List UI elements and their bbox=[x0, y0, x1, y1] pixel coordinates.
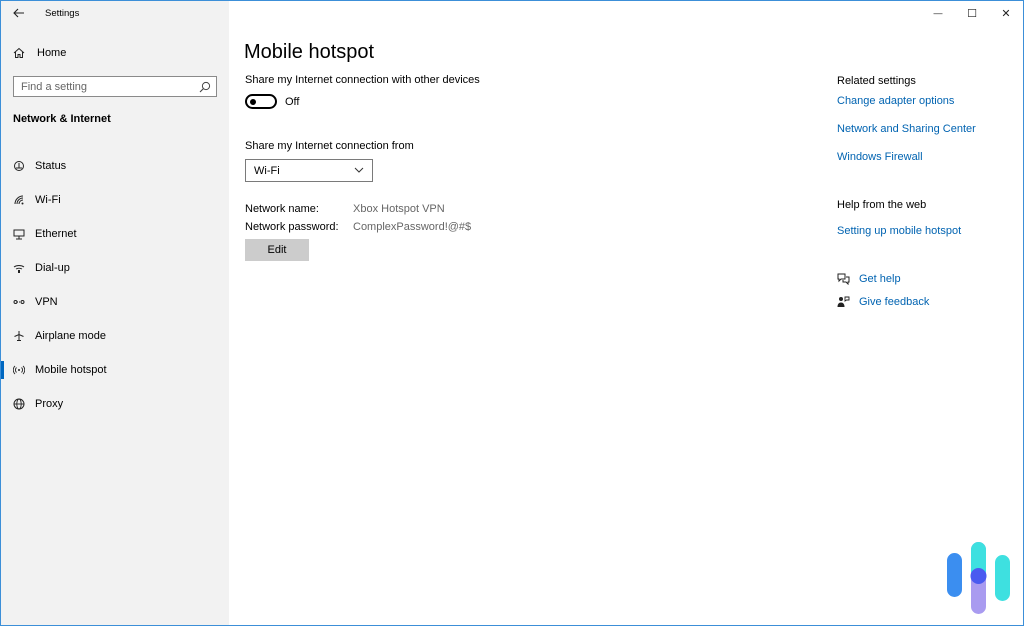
airplane-icon bbox=[13, 330, 25, 342]
sidebar-item-ethernet[interactable]: Ethernet bbox=[1, 217, 229, 251]
settings-window: Settings Home Network & Internet Status bbox=[0, 0, 1024, 626]
search-box[interactable] bbox=[13, 76, 217, 97]
sidebar-item-label: Mobile hotspot bbox=[35, 364, 107, 376]
sidebar-item-proxy[interactable]: Proxy bbox=[1, 387, 229, 421]
sidebar-item-label: Ethernet bbox=[35, 228, 77, 240]
sidebar-item-label: Dial-up bbox=[35, 262, 70, 274]
close-icon: ✕ bbox=[1001, 7, 1011, 20]
maximize-icon: ☐ bbox=[967, 7, 977, 20]
network-sharing-center-link[interactable]: Network and Sharing Center bbox=[837, 123, 976, 135]
brand-logo bbox=[945, 539, 1015, 617]
help-from-web-title: Help from the web bbox=[837, 199, 927, 211]
get-help-row[interactable]: Get help bbox=[837, 272, 901, 286]
wifi-icon bbox=[13, 194, 25, 206]
network-password-value: ComplexPassword!@#$ bbox=[353, 221, 472, 233]
chevron-down-icon bbox=[354, 167, 364, 173]
setting-up-hotspot-link[interactable]: Setting up mobile hotspot bbox=[837, 225, 961, 237]
share-connection-label: Share my Internet connection with other … bbox=[245, 74, 480, 86]
share-from-label: Share my Internet connection from bbox=[245, 140, 414, 152]
give-feedback-row[interactable]: Give feedback bbox=[837, 295, 929, 309]
sidebar-nav: Status Wi-Fi Ethernet Dial-up VPN Airpla… bbox=[1, 149, 229, 421]
close-button[interactable]: ✕ bbox=[989, 1, 1023, 25]
sidebar-item-label: Airplane mode bbox=[35, 330, 106, 342]
globe-icon bbox=[13, 398, 25, 410]
maximize-button[interactable]: ☐ bbox=[955, 1, 989, 25]
give-feedback-link[interactable]: Give feedback bbox=[859, 296, 929, 308]
sidebar-item-dialup[interactable]: Dial-up bbox=[1, 251, 229, 285]
main-content: Mobile hotspot Share my Internet connect… bbox=[244, 1, 805, 625]
logo-bars-icon bbox=[947, 542, 1010, 614]
sidebar-item-wifi[interactable]: Wi-Fi bbox=[1, 183, 229, 217]
network-name-value: Xbox Hotspot VPN bbox=[353, 203, 445, 215]
hotspot-icon bbox=[13, 364, 25, 376]
sidebar-item-label: Status bbox=[35, 160, 67, 172]
windows-firewall-link[interactable]: Windows Firewall bbox=[837, 151, 923, 163]
search-icon[interactable] bbox=[198, 80, 212, 94]
dropdown-value: Wi-Fi bbox=[254, 164, 280, 177]
chat-bubble-icon bbox=[837, 273, 850, 285]
sidebar-item-airplane-mode[interactable]: Airplane mode bbox=[1, 319, 229, 353]
section-title: Network & Internet bbox=[13, 113, 111, 125]
sidebar-item-vpn[interactable]: VPN bbox=[1, 285, 229, 319]
title-bar: Settings bbox=[1, 1, 229, 27]
home-icon bbox=[13, 47, 25, 58]
minimize-button[interactable]: — bbox=[921, 1, 955, 25]
toggle-knob bbox=[250, 98, 256, 105]
page-title: Mobile hotspot bbox=[244, 41, 375, 63]
back-button[interactable] bbox=[9, 4, 29, 22]
home-nav-item[interactable]: Home bbox=[13, 45, 66, 61]
status-icon bbox=[13, 160, 25, 172]
network-password-label: Network password: bbox=[245, 221, 339, 233]
sidebar: Settings Home Network & Internet Status bbox=[1, 1, 229, 625]
toggle-state-label: Off bbox=[285, 96, 300, 108]
network-name-label: Network name: bbox=[245, 203, 319, 215]
app-title: Settings bbox=[45, 8, 80, 19]
minimize-icon: — bbox=[933, 8, 943, 18]
sidebar-item-label: VPN bbox=[35, 296, 58, 308]
sidebar-item-label: Proxy bbox=[35, 398, 64, 410]
sidebar-item-mobile-hotspot[interactable]: Mobile hotspot bbox=[1, 353, 229, 387]
change-adapter-options-link[interactable]: Change adapter options bbox=[837, 95, 954, 107]
edit-button[interactable]: Edit bbox=[245, 239, 309, 261]
related-settings-title: Related settings bbox=[837, 75, 916, 87]
vpn-icon bbox=[13, 296, 25, 308]
home-label: Home bbox=[37, 47, 67, 59]
sidebar-item-label: Wi-Fi bbox=[35, 194, 61, 206]
sidebar-item-status[interactable]: Status bbox=[1, 149, 229, 183]
feedback-person-icon bbox=[837, 296, 850, 307]
search-input[interactable] bbox=[21, 80, 191, 93]
hotspot-toggle[interactable] bbox=[245, 94, 277, 109]
share-from-dropdown[interactable]: Wi-Fi bbox=[245, 159, 373, 182]
dialup-icon bbox=[13, 262, 25, 274]
window-controls: — ☐ ✕ bbox=[921, 1, 1023, 27]
ethernet-icon bbox=[13, 228, 25, 240]
get-help-link[interactable]: Get help bbox=[859, 273, 901, 285]
back-arrow-icon bbox=[13, 8, 24, 18]
